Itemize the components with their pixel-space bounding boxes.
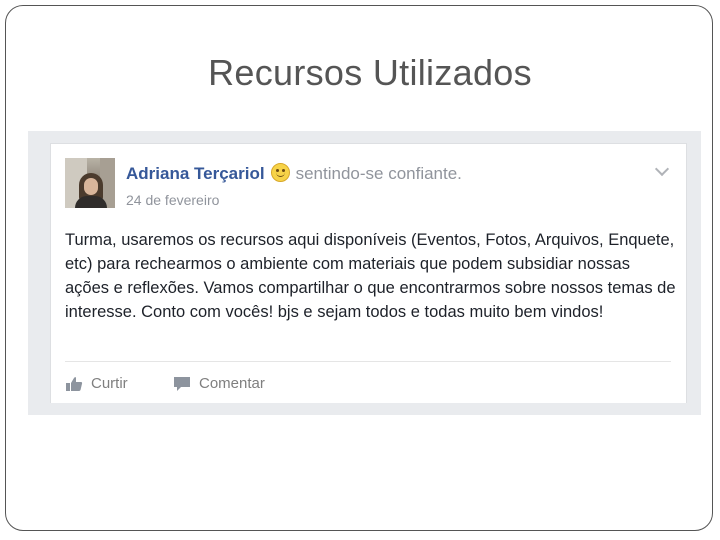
comment-label: Comentar [199, 375, 265, 392]
feed-bottom-strip [28, 403, 701, 415]
thumbs-up-icon [66, 376, 83, 391]
like-label: Curtir [91, 375, 128, 392]
author-name-link[interactable]: Adriana Terçariol [126, 164, 265, 183]
smiley-face-icon [270, 163, 290, 182]
like-button[interactable]: Curtir [65, 375, 128, 392]
post-date-link[interactable]: 24 de fevereiro [126, 192, 219, 208]
chevron-down-icon[interactable] [654, 161, 670, 177]
post-header: Adriana Terçariol sentindo-se confiante. [126, 163, 462, 184]
post-card: Adriana Terçariol sentindo-se confiante. … [50, 143, 687, 415]
slide-title: Recursos Utilizados [208, 52, 532, 93]
comment-button[interactable]: Comentar [173, 375, 265, 392]
feeling-text: sentindo-se confiante. [295, 164, 462, 183]
action-divider [65, 361, 671, 362]
author-avatar[interactable] [65, 158, 115, 208]
facebook-post-screenshot: Adriana Terçariol sentindo-se confiante. … [28, 131, 701, 415]
post-body-text: Turma, usaremos os recursos aqui disponí… [65, 231, 676, 321]
speech-bubble-icon [174, 376, 190, 391]
